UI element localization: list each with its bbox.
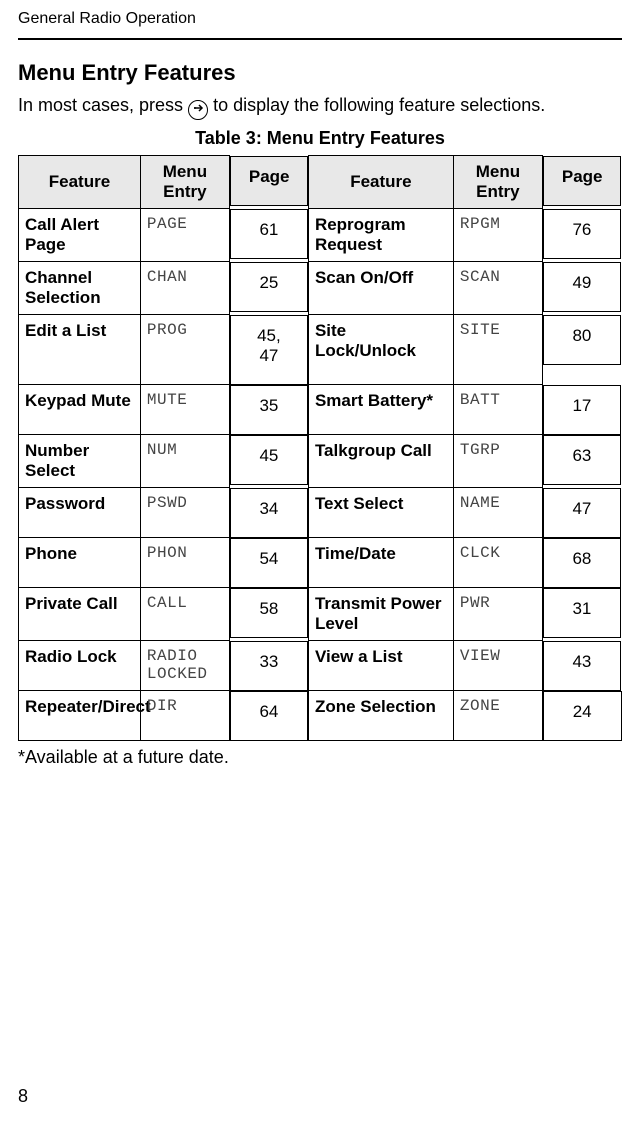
cell-page: 64	[230, 691, 308, 741]
cell-page: 68	[543, 538, 621, 588]
cell-feature: Edit a List	[19, 315, 141, 385]
cell-page: 33	[230, 641, 308, 691]
menu-entry-features-table: Feature Menu Entry Page Feature Menu Ent…	[18, 155, 622, 741]
cell-page: 35	[230, 385, 308, 435]
table-row: Repeater/DirectDIR64Zone SelectionZONE24	[19, 691, 622, 741]
running-head: General Radio Operation	[18, 10, 622, 38]
cell-page: 43	[543, 641, 621, 691]
table-footnote: *Available at a future date.	[18, 747, 622, 768]
cell-menu-entry: MUTE	[140, 385, 229, 435]
cell-menu-entry: PAGE	[140, 209, 229, 262]
u-select-icon	[188, 92, 208, 120]
cell-feature: Keypad Mute	[19, 385, 141, 435]
intro-pre: In most cases, press	[18, 95, 188, 115]
table-row: Edit a ListPROG45, 47Site Lock/UnlockSIT…	[19, 315, 622, 385]
section-title: Menu Entry Features	[18, 60, 622, 86]
document-page: General Radio Operation Menu Entry Featu…	[0, 0, 640, 1125]
page-number: 8	[18, 1086, 622, 1107]
cell-menu-entry: RPGM	[453, 209, 542, 262]
table-row: Private CallCALL58Transmit Power LevelPW…	[19, 588, 622, 641]
table-row: PhonePHON54Time/DateCLCK68	[19, 538, 622, 588]
cell-feature: Time/Date	[308, 538, 453, 588]
cell-feature: Call Alert Page	[19, 209, 141, 262]
col-page-1: Page	[230, 156, 308, 206]
cell-feature: Password	[19, 488, 141, 538]
cell-menu-entry: PWR	[453, 588, 542, 641]
col-page-2: Page	[543, 156, 621, 206]
col-feature-1: Feature	[19, 156, 141, 209]
table-row: Keypad MuteMUTE35Smart Battery*BATT17	[19, 385, 622, 435]
cell-menu-entry: ZONE	[453, 691, 542, 741]
cell-menu-entry: CALL	[140, 588, 229, 641]
cell-page: 49	[543, 262, 621, 312]
cell-menu-entry: SITE	[453, 315, 542, 385]
table-row: Number SelectNUM45Talkgroup CallTGRP63	[19, 435, 622, 488]
cell-feature: Site Lock/Unlock	[308, 315, 453, 385]
cell-feature: Reprogram Request	[308, 209, 453, 262]
cell-page: 76	[543, 209, 621, 259]
cell-menu-entry: NUM	[140, 435, 229, 488]
cell-page: 58	[230, 588, 308, 638]
cell-page: 61	[230, 209, 308, 259]
cell-page: 17	[543, 385, 621, 435]
cell-menu-entry: CLCK	[453, 538, 542, 588]
cell-page: 31	[543, 588, 621, 638]
cell-menu-entry: BATT	[453, 385, 542, 435]
cell-feature: Smart Battery*	[308, 385, 453, 435]
cell-feature: Text Select	[308, 488, 453, 538]
cell-page: 45	[230, 435, 308, 485]
table-row: Channel SelectionCHAN25Scan On/OffSCAN49	[19, 262, 622, 315]
cell-feature: Repeater/Direct	[19, 691, 141, 741]
cell-menu-entry: RADIO LOCKED	[140, 641, 229, 691]
intro-post: to display the following feature selecti…	[213, 95, 545, 115]
table-caption: Table 3: Menu Entry Features	[18, 128, 622, 149]
cell-page: 47	[543, 488, 621, 538]
cell-feature: Zone Selection	[308, 691, 453, 741]
cell-page: 63	[543, 435, 621, 485]
cell-page: 54	[230, 538, 308, 588]
cell-feature: Channel Selection	[19, 262, 141, 315]
cell-menu-entry: PROG	[140, 315, 229, 385]
cell-feature: Talkgroup Call	[308, 435, 453, 488]
cell-menu-entry: NAME	[453, 488, 542, 538]
col-menuentry-2: Menu Entry	[453, 156, 542, 209]
horizontal-rule	[18, 38, 622, 40]
table-row: Radio LockRADIO LOCKED33View a ListVIEW4…	[19, 641, 622, 691]
cell-menu-entry: SCAN	[453, 262, 542, 315]
cell-feature: Scan On/Off	[308, 262, 453, 315]
cell-menu-entry: VIEW	[453, 641, 542, 691]
cell-page: 80	[543, 315, 621, 365]
col-menuentry-1: Menu Entry	[140, 156, 229, 209]
cell-menu-entry: DIR	[140, 691, 229, 741]
cell-feature: Phone	[19, 538, 141, 588]
cell-page: 25	[230, 262, 308, 312]
cell-feature: View a List	[308, 641, 453, 691]
cell-feature: Radio Lock	[19, 641, 141, 691]
cell-feature: Private Call	[19, 588, 141, 641]
cell-feature: Number Select	[19, 435, 141, 488]
cell-menu-entry: PHON	[140, 538, 229, 588]
cell-menu-entry: PSWD	[140, 488, 229, 538]
cell-page: 24	[543, 691, 622, 741]
cell-menu-entry: TGRP	[453, 435, 542, 488]
cell-page: 34	[230, 488, 308, 538]
cell-menu-entry: CHAN	[140, 262, 229, 315]
col-feature-2: Feature	[308, 156, 453, 209]
table-header-row: Feature Menu Entry Page Feature Menu Ent…	[19, 156, 622, 209]
cell-page: 45, 47	[230, 315, 308, 385]
table-row: PasswordPSWD34Text SelectNAME47	[19, 488, 622, 538]
intro-text: In most cases, press to display the foll…	[18, 92, 622, 120]
cell-feature: Transmit Power Level	[308, 588, 453, 641]
table-row: Call Alert PagePAGE61Reprogram RequestRP…	[19, 209, 622, 262]
